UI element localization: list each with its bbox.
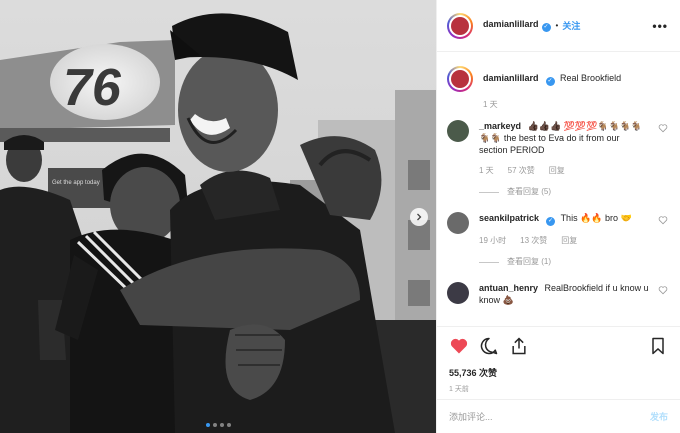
carousel-dot xyxy=(219,423,224,427)
author-avatar[interactable] xyxy=(447,12,473,39)
comment-reply-button[interactable]: 回复 xyxy=(561,235,577,247)
sign-number: 76 xyxy=(63,59,122,117)
carousel-dot xyxy=(205,423,210,427)
comment-like-icon[interactable] xyxy=(658,123,668,133)
next-photo-button[interactable] xyxy=(410,208,428,226)
post-comment-button[interactable]: 发布 xyxy=(650,410,668,423)
carousel-dot xyxy=(226,423,231,427)
carousel-indicator xyxy=(0,423,436,427)
comment-username[interactable]: antuan_henry xyxy=(479,283,538,293)
comment-like-icon[interactable] xyxy=(658,285,668,295)
comment-username[interactable]: _markeyd xyxy=(479,121,521,131)
replies-divider xyxy=(479,261,499,263)
caption-time[interactable]: 1 天 xyxy=(483,99,668,110)
post-sidebar: damianlillard ✓ • 关注 ••• damianlillard ✓ R… xyxy=(436,0,680,433)
comment-icon[interactable] xyxy=(479,336,499,356)
post-header: damianlillard ✓ • 关注 ••• xyxy=(437,0,680,52)
like-count[interactable]: 55,736 次赞 xyxy=(449,366,668,379)
comment-time[interactable]: 19 小时 xyxy=(479,235,506,247)
carousel-dot xyxy=(212,423,217,427)
caption-username[interactable]: damianlillard xyxy=(483,73,539,83)
chevron-right-icon xyxy=(417,213,422,221)
comments-list[interactable]: damianlillard ✓ Real Brookfield 1 天 _mark… xyxy=(437,52,680,322)
post-actions: 55,736 次赞 1 天前 xyxy=(437,326,680,394)
follow-separator: • xyxy=(555,21,559,30)
view-replies-label[interactable]: 查看回复 (5) xyxy=(507,186,551,198)
post-photo[interactable]: 76 Get the app today xyxy=(0,0,436,433)
verified-badge-icon: ✓ xyxy=(546,217,556,226)
commenter-avatar[interactable] xyxy=(447,120,469,142)
add-comment-bar: 发布 xyxy=(437,399,680,433)
view-replies[interactable]: 查看回复 (1) xyxy=(479,256,649,268)
add-comment-input[interactable] xyxy=(449,411,650,422)
post-timestamp[interactable]: 1 天前 xyxy=(449,384,668,394)
more-options-icon[interactable]: ••• xyxy=(652,19,668,33)
action-icons xyxy=(449,335,668,357)
comment-item: seankilpatrick ✓ This 🔥🔥 bro 🤝 19 小时 13 次… xyxy=(447,212,668,268)
post-caption: damianlillard ✓ Real Brookfield xyxy=(447,66,668,92)
comment-item: _markeyd 👍🏿👍🏿👍🏿 💯💯💯🐐🐐🐐🐐🐐🐐 the best to Ev… xyxy=(447,120,668,198)
instagram-post: 76 Get the app today damianlillard ✓ • 关… xyxy=(0,0,680,433)
comment-likes[interactable]: 13 次赞 xyxy=(520,235,547,247)
caption-text: Real Brookfield xyxy=(560,73,622,83)
commenter-avatar[interactable] xyxy=(447,212,469,234)
share-icon[interactable] xyxy=(509,336,529,356)
view-replies-label[interactable]: 查看回复 (1) xyxy=(507,256,551,268)
sign-small-text: Get the app today xyxy=(52,180,100,186)
caption-avatar[interactable] xyxy=(447,66,473,92)
comment-like-icon[interactable] xyxy=(658,215,668,225)
bookmark-icon[interactable] xyxy=(648,336,668,356)
follow-button[interactable]: 关注 xyxy=(562,19,580,32)
author-username[interactable]: damianlillard xyxy=(483,19,539,29)
heart-filled-icon[interactable] xyxy=(449,336,469,356)
comment-item: antuan_henry RealBrookfield if u know u … xyxy=(447,282,668,306)
comment-meta: 1 天 57 次赞 回复 xyxy=(479,165,649,177)
comment-likes[interactable]: 57 次赞 xyxy=(508,165,535,177)
view-replies[interactable]: 查看回复 (5) xyxy=(479,186,649,198)
comment-meta: 19 小时 13 次赞 回复 xyxy=(479,235,649,247)
verified-badge-icon: ✓ xyxy=(541,23,551,32)
replies-divider xyxy=(479,191,499,193)
comment-time[interactable]: 1 天 xyxy=(479,165,494,177)
verified-badge-icon: ✓ xyxy=(545,77,555,86)
author-username-wrap: damianlillard ✓ xyxy=(483,19,551,32)
comment-reply-button[interactable]: 回复 xyxy=(549,165,565,177)
photo-scene: 76 Get the app today xyxy=(0,0,436,433)
comment-username[interactable]: seankilpatrick xyxy=(479,213,539,223)
commenter-avatar[interactable] xyxy=(447,282,469,304)
comment-text: This 🔥🔥 bro 🤝 xyxy=(560,213,632,223)
